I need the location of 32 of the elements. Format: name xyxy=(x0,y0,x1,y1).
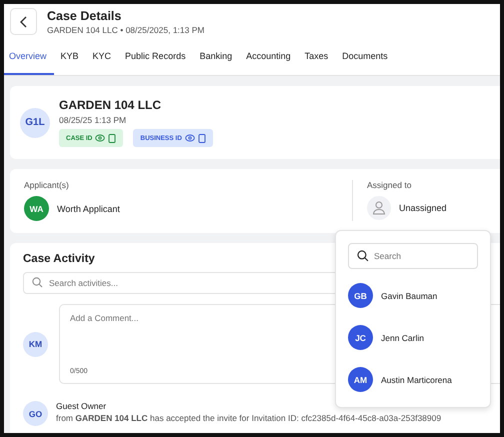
back-button[interactable] xyxy=(10,8,37,35)
avatar: KM xyxy=(23,332,48,356)
tab[interactable]: Public Records xyxy=(118,40,193,75)
search-icon xyxy=(32,277,43,288)
user-icon xyxy=(367,196,391,220)
user-option[interactable]: AM Austin Marticorena xyxy=(348,367,478,392)
avatar: WA xyxy=(24,196,49,221)
user-option[interactable]: JC Jenn Carlin xyxy=(348,325,478,350)
avatar: GO xyxy=(23,401,48,426)
page-title: Case Details xyxy=(47,8,122,22)
tab[interactable]: Documents xyxy=(335,40,395,75)
page-subtitle: GARDEN 104 LLC • 08/25/2025, 1:13 PM xyxy=(47,24,204,34)
section-title: Case Activity xyxy=(23,253,95,265)
tab[interactable]: KYB xyxy=(54,40,86,75)
applicants-label: Applicant(s) xyxy=(24,180,70,190)
tab[interactable]: KYC xyxy=(86,40,118,75)
search-icon xyxy=(357,250,369,262)
search-field[interactable]: Search xyxy=(348,243,478,269)
activity-text: from GARDEN 104 LLC has accepted the invite for Invitation ID: cfc2385d-4f64-45c8-a03a-253f38909 xyxy=(56,413,442,423)
assignee-name[interactable]: Unassigned xyxy=(399,203,447,213)
avatar: G1L xyxy=(20,108,50,138)
tab[interactable]: Banking xyxy=(192,40,240,75)
business-name: GARDEN 104 LLC xyxy=(59,98,162,112)
assigned-label: Assigned to xyxy=(367,180,412,190)
applicant-name: Worth Applicant xyxy=(57,204,120,214)
chevron-left-icon xyxy=(18,16,28,28)
activity-author: Guest Owner xyxy=(56,401,108,411)
business-date: 08/25/25 1:13 PM xyxy=(59,115,128,125)
tab[interactable]: Taxes xyxy=(298,40,336,75)
user-option[interactable]: GB Gavin Bauman xyxy=(348,283,478,308)
comment-field[interactable]: Add a Comment... xyxy=(70,313,320,333)
tab[interactable]: Accounting xyxy=(239,40,298,75)
